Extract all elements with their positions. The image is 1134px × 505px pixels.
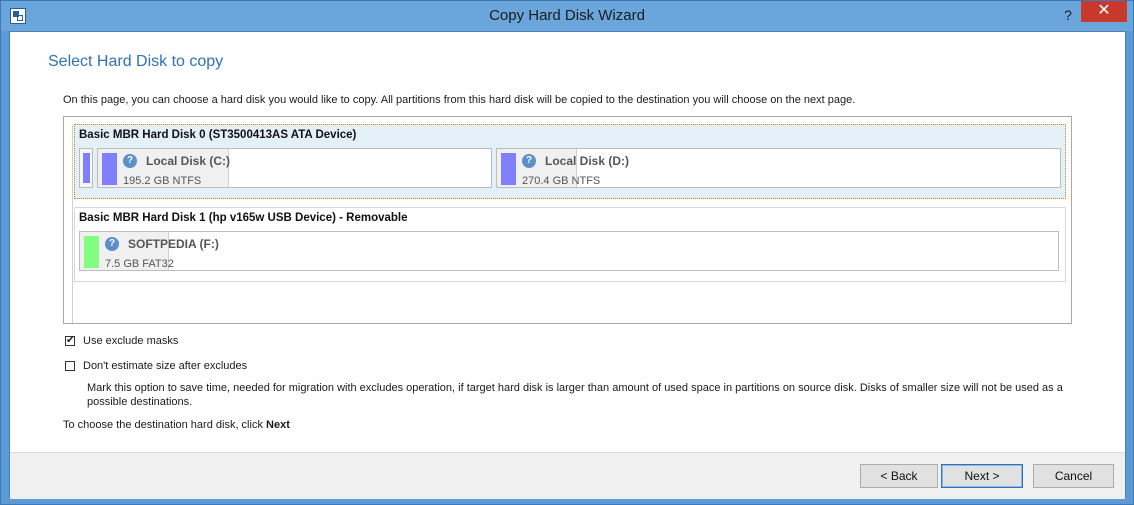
partition-info: 195.2 GB NTFS: [123, 175, 202, 187]
next-hint-text: To choose the destination hard disk, cli…: [63, 419, 267, 431]
close-button[interactable]: ✕: [1081, 1, 1127, 22]
window-title: Copy Hard Disk Wizard: [489, 7, 645, 24]
help-button[interactable]: ?: [1058, 5, 1078, 25]
partition-name: Local Disk (D:): [545, 154, 630, 168]
help-circle-icon: ?: [522, 154, 536, 168]
disk-title: Basic MBR Hard Disk 1 (hp v165w USB Devi…: [79, 212, 408, 224]
help-circle-icon: ?: [105, 237, 119, 251]
wizard-window: Copy Hard Disk Wizard ? ✕ Select Hard Di…: [0, 0, 1134, 505]
button-bar: < Back Next > Cancel: [10, 452, 1125, 499]
page-title: Select Hard Disk to copy: [48, 53, 224, 70]
disk-list[interactable]: Basic MBR Hard Disk 0 (ST3500413AS ATA D…: [63, 116, 1072, 324]
partition-d[interactable]: ? Local Disk (D:) 270.4 GB NTFS: [496, 148, 1061, 188]
dont-estimate-label[interactable]: Don't estimate size after excludes: [83, 360, 247, 372]
partition-row: ? SOFTPEDIA (F:) 7.5 GB FAT32: [79, 231, 1059, 274]
disk-title: Basic MBR Hard Disk 0 (ST3500413AS ATA D…: [79, 129, 357, 141]
page-intro: On this page, you can choose a hard disk…: [63, 94, 856, 106]
partition-c[interactable]: ? Local Disk (C:) 195.2 GB NTFS: [97, 148, 492, 188]
disk-item-1[interactable]: Basic MBR Hard Disk 1 (hp v165w USB Devi…: [74, 207, 1066, 282]
next-hint: To choose the destination hard disk, cli…: [63, 419, 290, 431]
help-circle-icon: ?: [123, 154, 137, 168]
partition-color-bar: [84, 236, 99, 268]
dont-estimate-checkbox[interactable]: [65, 361, 75, 371]
small-partition: [79, 148, 93, 188]
back-button[interactable]: < Back: [860, 464, 938, 488]
use-exclude-masks-label[interactable]: Use exclude masks: [83, 335, 178, 347]
cancel-button[interactable]: Cancel: [1033, 464, 1114, 488]
wizard-page: Select Hard Disk to copy On this page, y…: [9, 31, 1126, 499]
partition-color-bar: [102, 153, 117, 185]
partition-name: Local Disk (C:): [146, 154, 231, 168]
option-description: Mark this option to save time, needed fo…: [87, 382, 1063, 408]
partition-f[interactable]: ? SOFTPEDIA (F:) 7.5 GB FAT32: [79, 231, 1059, 271]
title-bar[interactable]: Copy Hard Disk Wizard ? ✕: [1, 1, 1133, 31]
use-exclude-masks-checkbox[interactable]: ✔: [65, 336, 75, 346]
disk-item-0[interactable]: Basic MBR Hard Disk 0 (ST3500413AS ATA D…: [74, 124, 1066, 199]
partition-color-bar: [501, 153, 516, 185]
next-hint-bold: Next: [266, 419, 290, 431]
partition-color-bar: [83, 153, 90, 183]
next-button[interactable]: Next >: [941, 464, 1023, 488]
partition-row: ? Local Disk (C:) 195.2 GB NTFS ? Local …: [79, 148, 1061, 191]
panel-divider: [72, 125, 73, 323]
partition-name: SOFTPEDIA (F:): [128, 237, 219, 251]
partition-info: 7.5 GB FAT32: [105, 258, 174, 270]
partition-info: 270.4 GB NTFS: [522, 175, 601, 187]
